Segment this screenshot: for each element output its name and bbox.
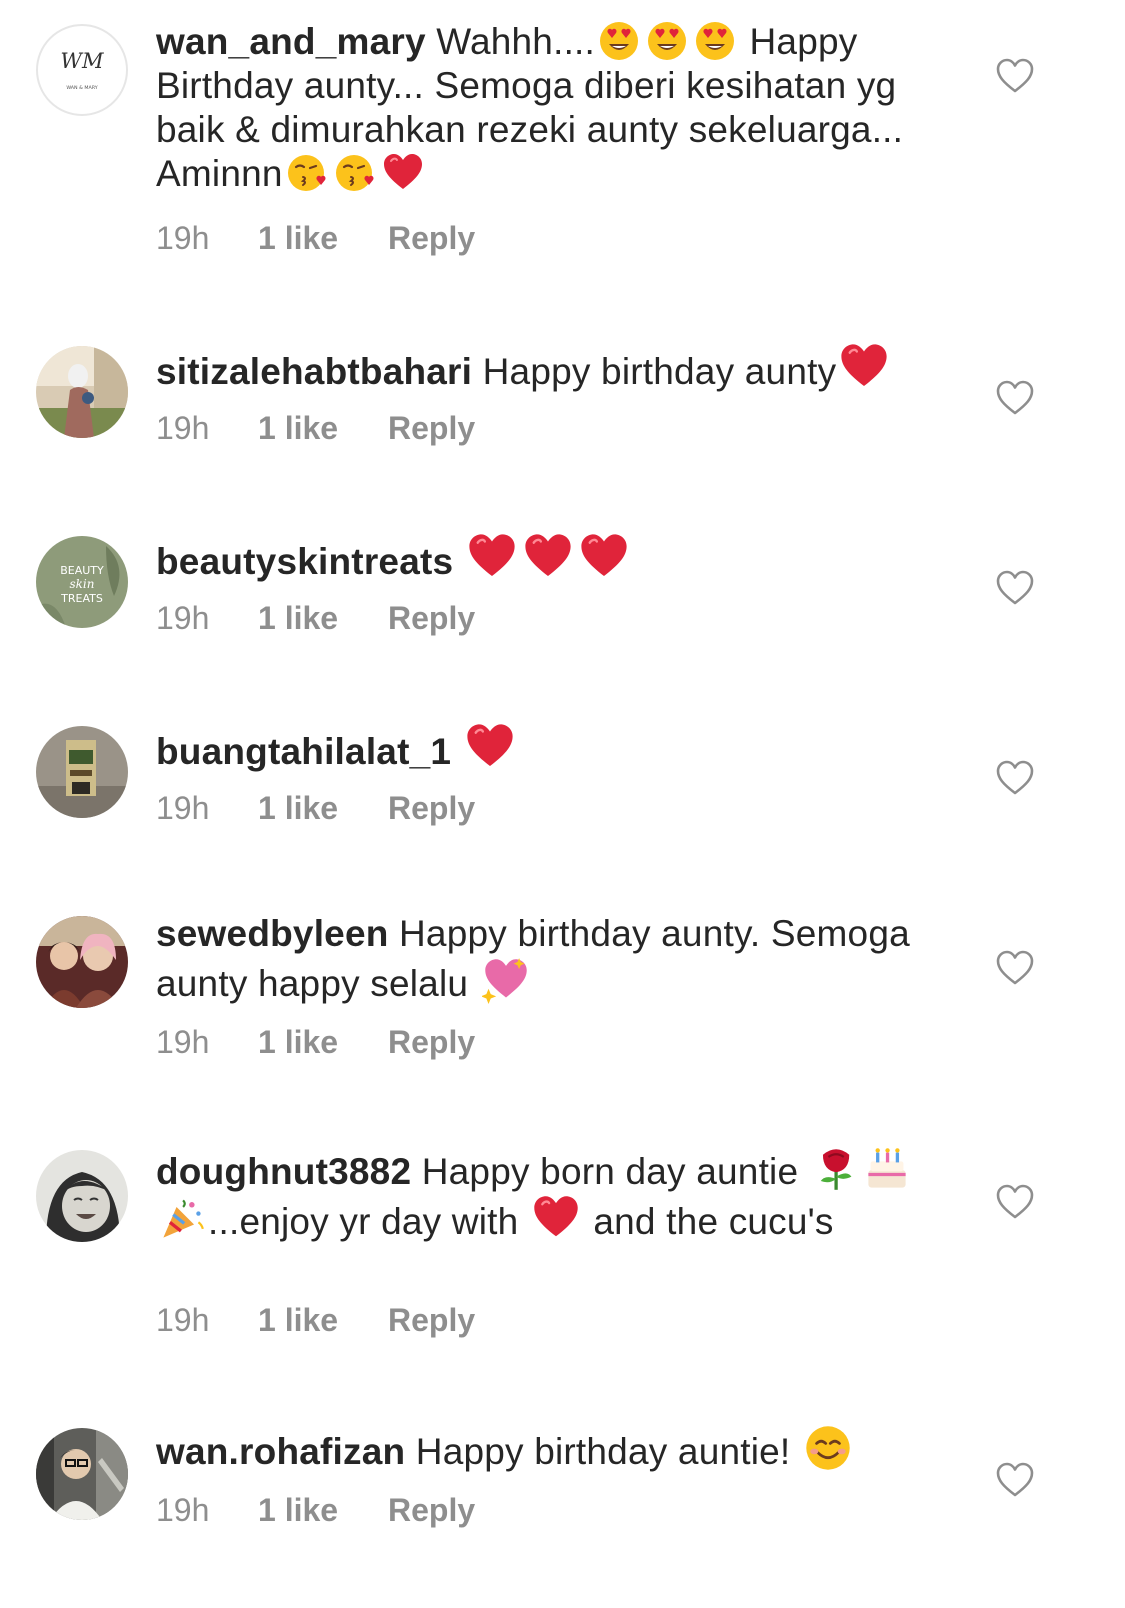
comment-text-part: Happy birthday aunty: [472, 351, 837, 392]
comment-username[interactable]: sitizalehabtbahari: [156, 351, 472, 392]
like-heart-icon[interactable]: [996, 380, 1034, 416]
sparkling-heart-emoji: [481, 956, 530, 1004]
comment-username[interactable]: beautyskintreats: [156, 541, 453, 582]
comment-meta: 19h 1 like Reply: [156, 790, 475, 827]
comment-likes[interactable]: 1 like: [258, 410, 388, 447]
comment-time: 19h: [156, 1302, 210, 1338]
comment-text: sitizalehabtbahari Happy birthday aunty: [156, 342, 936, 394]
like-heart-icon[interactable]: [996, 760, 1034, 796]
avatar-logo-text: BEAUTY: [60, 564, 104, 577]
red-heart-emoji: [579, 532, 629, 582]
comment-text-part: ...enjoy yr day with: [208, 1201, 529, 1242]
comment-likes[interactable]: 1 like: [258, 220, 388, 257]
comment-text: beautyskintreats: [156, 532, 936, 584]
red-heart-emoji: [839, 342, 889, 392]
comment-username[interactable]: doughnut3882: [156, 1151, 411, 1192]
reply-button[interactable]: Reply: [388, 1024, 475, 1061]
comment-item: buangtahilalat_1 19h 1 like Reply: [0, 700, 1125, 870]
heart-eyes-emoji: [646, 20, 688, 62]
comment-text-part: Wahhh....: [425, 21, 596, 62]
reply-button[interactable]: Reply: [388, 600, 475, 637]
avatar[interactable]: BEAUTY skin TREATS: [36, 536, 128, 628]
avatar-logo-text: TREATS: [60, 592, 103, 605]
comment-text: buangtahilalat_1: [156, 722, 936, 774]
comment-likes[interactable]: 1 like: [258, 1024, 388, 1061]
comment-text-part: Happy birthday auntie!: [405, 1431, 801, 1472]
reply-button[interactable]: Reply: [388, 220, 475, 257]
comment-text-part: [451, 731, 461, 772]
red-heart-emoji: [523, 532, 573, 582]
like-heart-icon[interactable]: [996, 58, 1034, 94]
comment-username[interactable]: wan_and_mary: [156, 21, 426, 62]
like-heart-icon[interactable]: [996, 950, 1034, 986]
birthday-cake-emoji: [864, 1146, 910, 1192]
comment-meta: 19h 1 like Reply: [156, 1492, 475, 1529]
comment-username[interactable]: buangtahilalat_1: [156, 731, 451, 772]
comment-text: wan_and_mary Wahhh.... Happy Birthday au…: [156, 20, 936, 196]
like-heart-icon[interactable]: [996, 570, 1034, 606]
comment-likes[interactable]: 1 like: [258, 1492, 388, 1529]
comment-text: sewedbyleen Happy birthday aunty. Semoga…: [156, 912, 936, 1006]
red-heart-emoji: [532, 1194, 580, 1242]
comment-meta: 19h 1 like Reply: [156, 1302, 475, 1339]
comment-time: 19h: [156, 220, 210, 256]
reply-button[interactable]: Reply: [388, 410, 475, 447]
comment-likes[interactable]: 1 like: [258, 790, 388, 827]
avatar[interactable]: [36, 726, 128, 818]
red-heart-emoji: [382, 152, 424, 194]
comment-item: sewedbyleen Happy birthday aunty. Semoga…: [0, 890, 1125, 1100]
comment-time: 19h: [156, 410, 210, 446]
comment-time: 19h: [156, 1024, 210, 1060]
comment-time: 19h: [156, 790, 210, 826]
avatar-logo-text: WM: [60, 48, 104, 73]
comment-username[interactable]: wan.rohafizan: [156, 1431, 405, 1472]
reply-button[interactable]: Reply: [388, 790, 475, 827]
comment-likes[interactable]: 1 like: [258, 600, 388, 637]
comment-text: doughnut3882 Happy born day auntie ...en…: [156, 1146, 936, 1244]
smiling-face-emoji: [804, 1424, 852, 1472]
comment-time: 19h: [156, 600, 210, 636]
avatar[interactable]: [36, 346, 128, 438]
comment-meta: 19h 1 like Reply: [156, 410, 475, 447]
avatar[interactable]: [36, 1428, 128, 1520]
comment-item: WM WAN & MARY wan_and_mary Wahhh.... Hap…: [0, 0, 1125, 300]
like-heart-icon[interactable]: [996, 1462, 1034, 1498]
kissing-heart-emoji: [334, 152, 376, 194]
comment-username[interactable]: sewedbyleen: [156, 913, 389, 954]
heart-eyes-emoji: [598, 20, 640, 62]
comment-meta: 19h 1 like Reply: [156, 600, 475, 637]
avatar[interactable]: [36, 916, 128, 1008]
reply-button[interactable]: Reply: [388, 1302, 475, 1339]
red-heart-emoji: [465, 722, 515, 772]
comment-text-part: [453, 541, 463, 582]
avatar[interactable]: [36, 1150, 128, 1242]
avatar[interactable]: WM WAN & MARY: [36, 24, 128, 116]
comment-time: 19h: [156, 1492, 210, 1528]
avatar-logo-text: skin: [70, 577, 95, 591]
comment-item: sitizalehabtbahari Happy birthday aunty …: [0, 320, 1125, 490]
comment-meta: 19h 1 like Reply: [156, 220, 475, 257]
red-heart-emoji: [467, 532, 517, 582]
comment-text-part: Happy born day auntie: [411, 1151, 809, 1192]
comment-item: doughnut3882 Happy born day auntie ...en…: [0, 1124, 1125, 1384]
comment-text: wan.rohafizan Happy birthday auntie!: [156, 1424, 936, 1474]
comment-text-part: and the cucu's: [582, 1201, 834, 1242]
comment-item: BEAUTY skin TREATS beautyskintreats 19h …: [0, 510, 1125, 680]
kissing-heart-emoji: [286, 152, 328, 194]
reply-button[interactable]: Reply: [388, 1492, 475, 1529]
avatar-logo-subtext: WAN & MARY: [66, 85, 97, 91]
comment-item: wan.rohafizan Happy birthday auntie! 19h…: [0, 1402, 1125, 1602]
comment-meta: 19h 1 like Reply: [156, 1024, 475, 1061]
rose-emoji: [812, 1146, 858, 1192]
party-popper-emoji: [159, 1196, 205, 1242]
comment-likes[interactable]: 1 like: [258, 1302, 388, 1339]
like-heart-icon[interactable]: [996, 1184, 1034, 1220]
heart-eyes-emoji: [694, 20, 736, 62]
